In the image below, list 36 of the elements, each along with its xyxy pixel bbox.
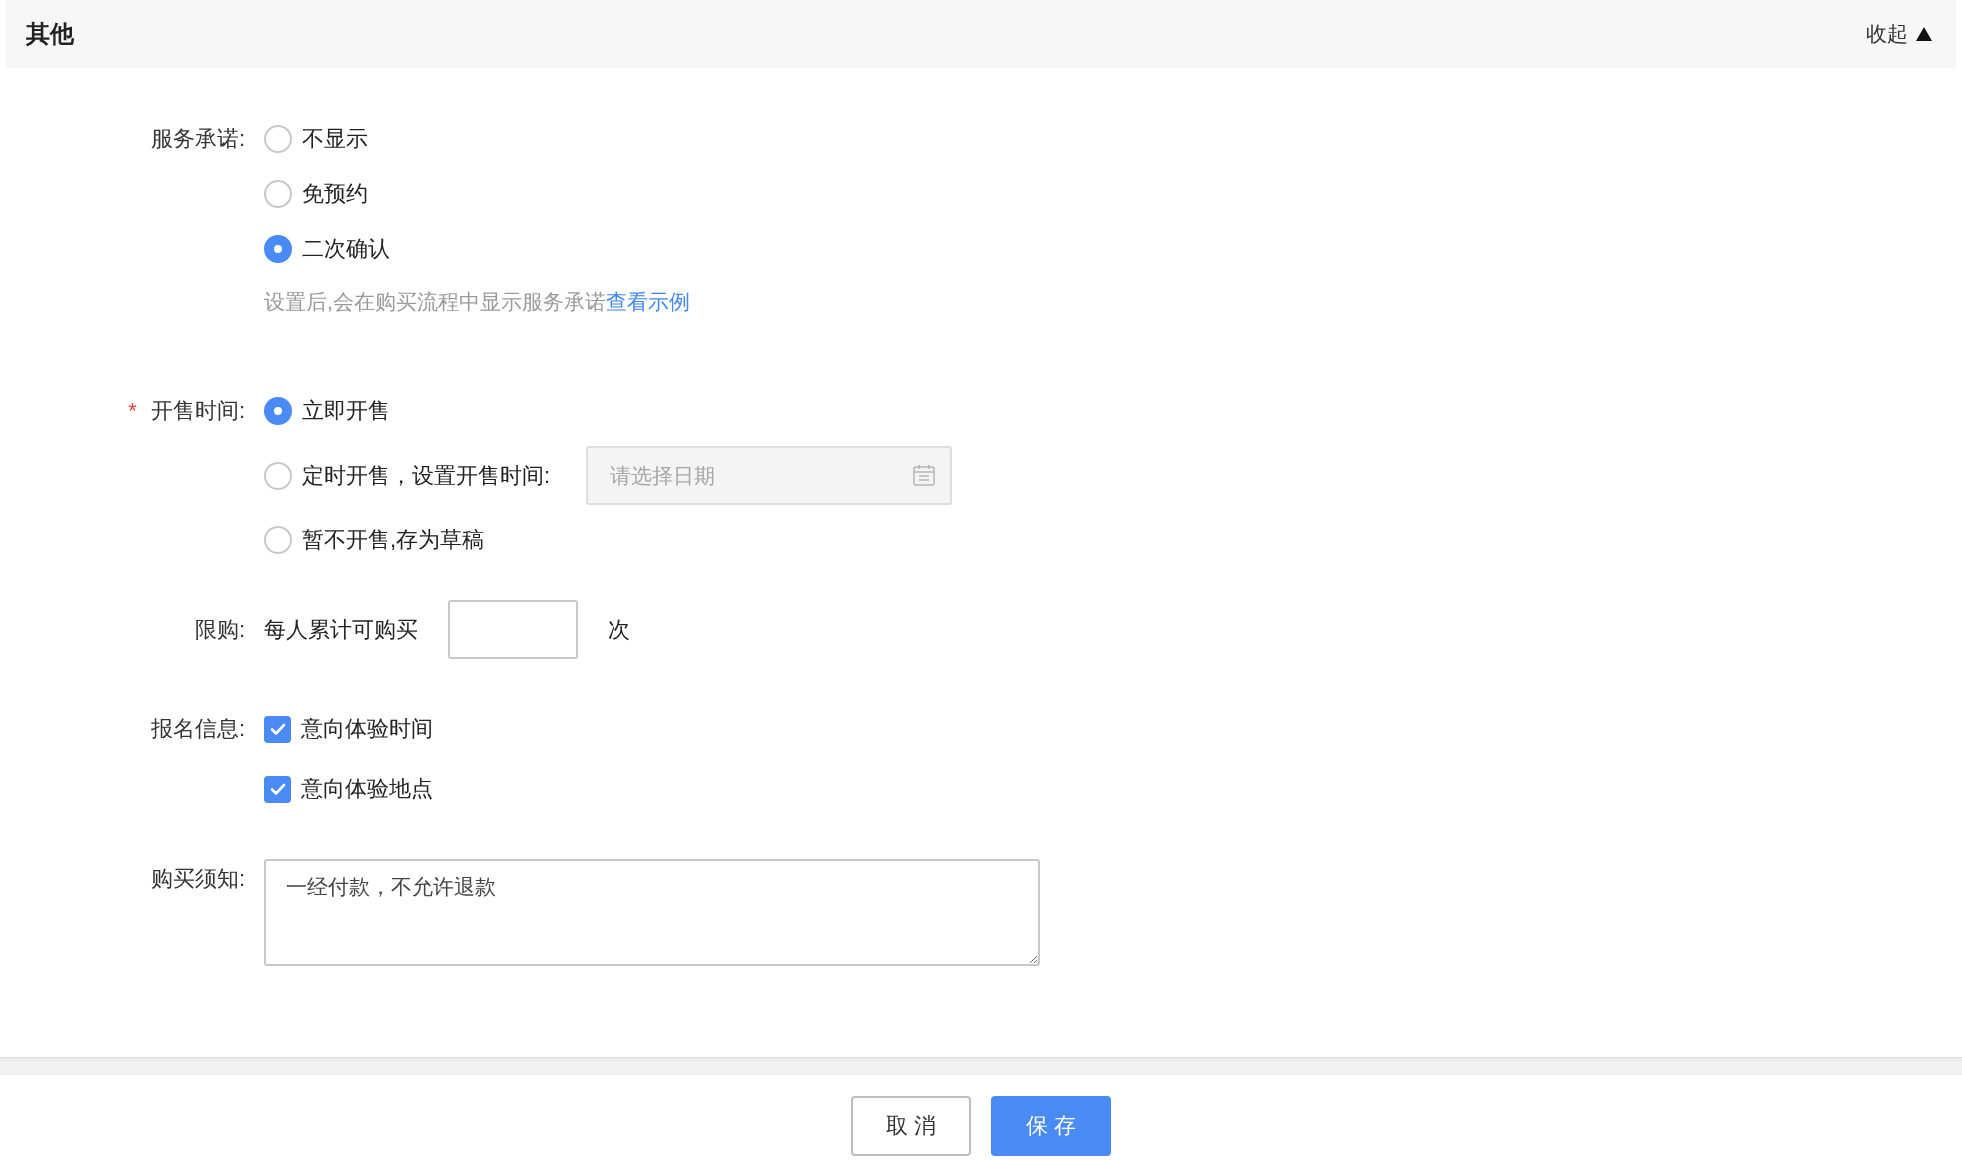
radio-button[interactable] xyxy=(264,235,292,263)
radio-button[interactable] xyxy=(264,125,292,153)
section-title: 其他 xyxy=(26,19,74,49)
radio-label: 暂不开售,存为草稿 xyxy=(302,526,485,554)
checkbox-label: 意向体验时间 xyxy=(301,715,433,743)
checkbox[interactable] xyxy=(264,775,291,803)
radio-label: 二次确认 xyxy=(302,235,390,263)
field-label: 服务承诺: xyxy=(150,125,245,153)
hint-text: 设置后,会在购买流程中显示服务承诺查看示例 xyxy=(264,289,690,315)
input-field[interactable] xyxy=(448,600,578,659)
cancel-button[interactable]: 取 消 xyxy=(851,1096,971,1156)
radio-button[interactable] xyxy=(264,180,292,208)
checkbox[interactable] xyxy=(264,715,291,743)
radio-button[interactable] xyxy=(264,397,292,425)
collapse-button[interactable]: 收起 xyxy=(1866,20,1932,48)
triangle-up-icon xyxy=(1916,27,1932,41)
field-label: 报名信息: xyxy=(150,715,245,743)
radio-button[interactable] xyxy=(264,526,292,554)
field-label: 购买须知: xyxy=(150,865,245,893)
field-label: 限购: xyxy=(194,616,245,644)
checkbox-label: 意向体验地点 xyxy=(301,775,433,803)
radio-label: 立即开售 xyxy=(302,397,390,425)
checkmark-icon xyxy=(269,722,286,736)
radio-label: 免预约 xyxy=(302,180,368,208)
field-label: 开售时间: xyxy=(150,397,245,425)
radio-label: 定时开售，设置开售时间: xyxy=(302,461,551,490)
calendar-icon xyxy=(912,463,937,487)
radio-button[interactable] xyxy=(264,461,292,490)
notice-textarea[interactable]: 一经付款，不允许退款 xyxy=(264,859,1040,966)
limit-suffix: 次 xyxy=(608,615,630,644)
example-link[interactable]: 查看示例 xyxy=(605,290,690,313)
radio-label: 不显示 xyxy=(302,125,368,153)
limit-prefix: 每人累计可购买 xyxy=(264,615,418,644)
checkmark-icon xyxy=(269,782,286,796)
date-field[interactable]: 请选择日期 xyxy=(586,446,953,505)
required-asterisk: * xyxy=(128,398,137,424)
